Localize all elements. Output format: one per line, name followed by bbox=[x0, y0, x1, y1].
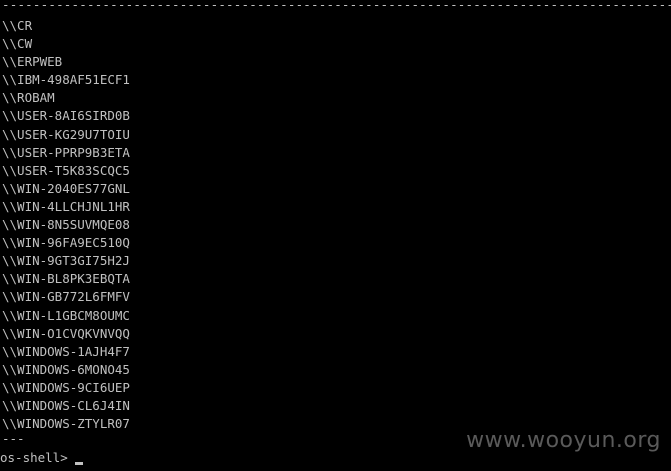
end-marker: --- bbox=[2, 431, 25, 446]
list-item: \\ROBAM bbox=[2, 90, 55, 106]
list-item: \\WIN-8N5SUVMQE08 bbox=[2, 217, 130, 233]
terminal-window[interactable]: ----------------------------------------… bbox=[0, 0, 671, 471]
list-item: \\WINDOWS-6MONO45 bbox=[2, 361, 130, 377]
list-item: \\IBM-498AF51ECF1 bbox=[2, 72, 130, 88]
shell-prompt: os-shell> bbox=[0, 450, 68, 465]
list-item: \\WINDOWS-1AJH4F7 bbox=[2, 343, 130, 359]
list-item: \\WIN-96FA9EC510Q bbox=[2, 235, 130, 251]
list-item: \\WIN-BL8PK3EBQTA bbox=[2, 271, 130, 287]
watermark: www.wooyun.org bbox=[466, 428, 661, 453]
separator-line: ----------------------------------------… bbox=[2, 0, 671, 12]
list-item: \\WINDOWS-9CI6UEP bbox=[2, 379, 130, 395]
list-item: \\CW bbox=[2, 36, 33, 52]
list-item: \\WINDOWS-CL6J4IN bbox=[2, 397, 130, 413]
list-item: \\ERPWEB bbox=[2, 54, 63, 70]
list-item: \\USER-PPRP9B3ETA bbox=[2, 144, 130, 160]
list-item: \\WIN-L1GBCM8OUMC bbox=[2, 307, 130, 323]
list-item: \\USER-KG29U7TOIU bbox=[2, 126, 130, 142]
list-item: \\CR bbox=[2, 18, 33, 33]
list-item: \\WIN-9GT3GI75H2J bbox=[2, 253, 130, 269]
host-list: \\CR \\CW \\ERPWEB \\IBM-498AF51ECF1 \\R… bbox=[2, 17, 130, 433]
list-item: \\USER-8AI6SIRD0B bbox=[2, 108, 130, 124]
list-item: \\WIN-2040ES77GNL bbox=[2, 180, 130, 196]
list-item: \\WIN-GB772L6FMFV bbox=[2, 289, 130, 305]
text-cursor[interactable] bbox=[74, 461, 83, 465]
list-item: \\WIN-O1CVQKVNVQQ bbox=[2, 325, 130, 341]
command-line[interactable]: os-shell> bbox=[0, 449, 83, 467]
list-item: \\USER-T5K83SCQC5 bbox=[2, 162, 130, 178]
list-item: \\WIN-4LLCHJNL1HR bbox=[2, 198, 130, 214]
